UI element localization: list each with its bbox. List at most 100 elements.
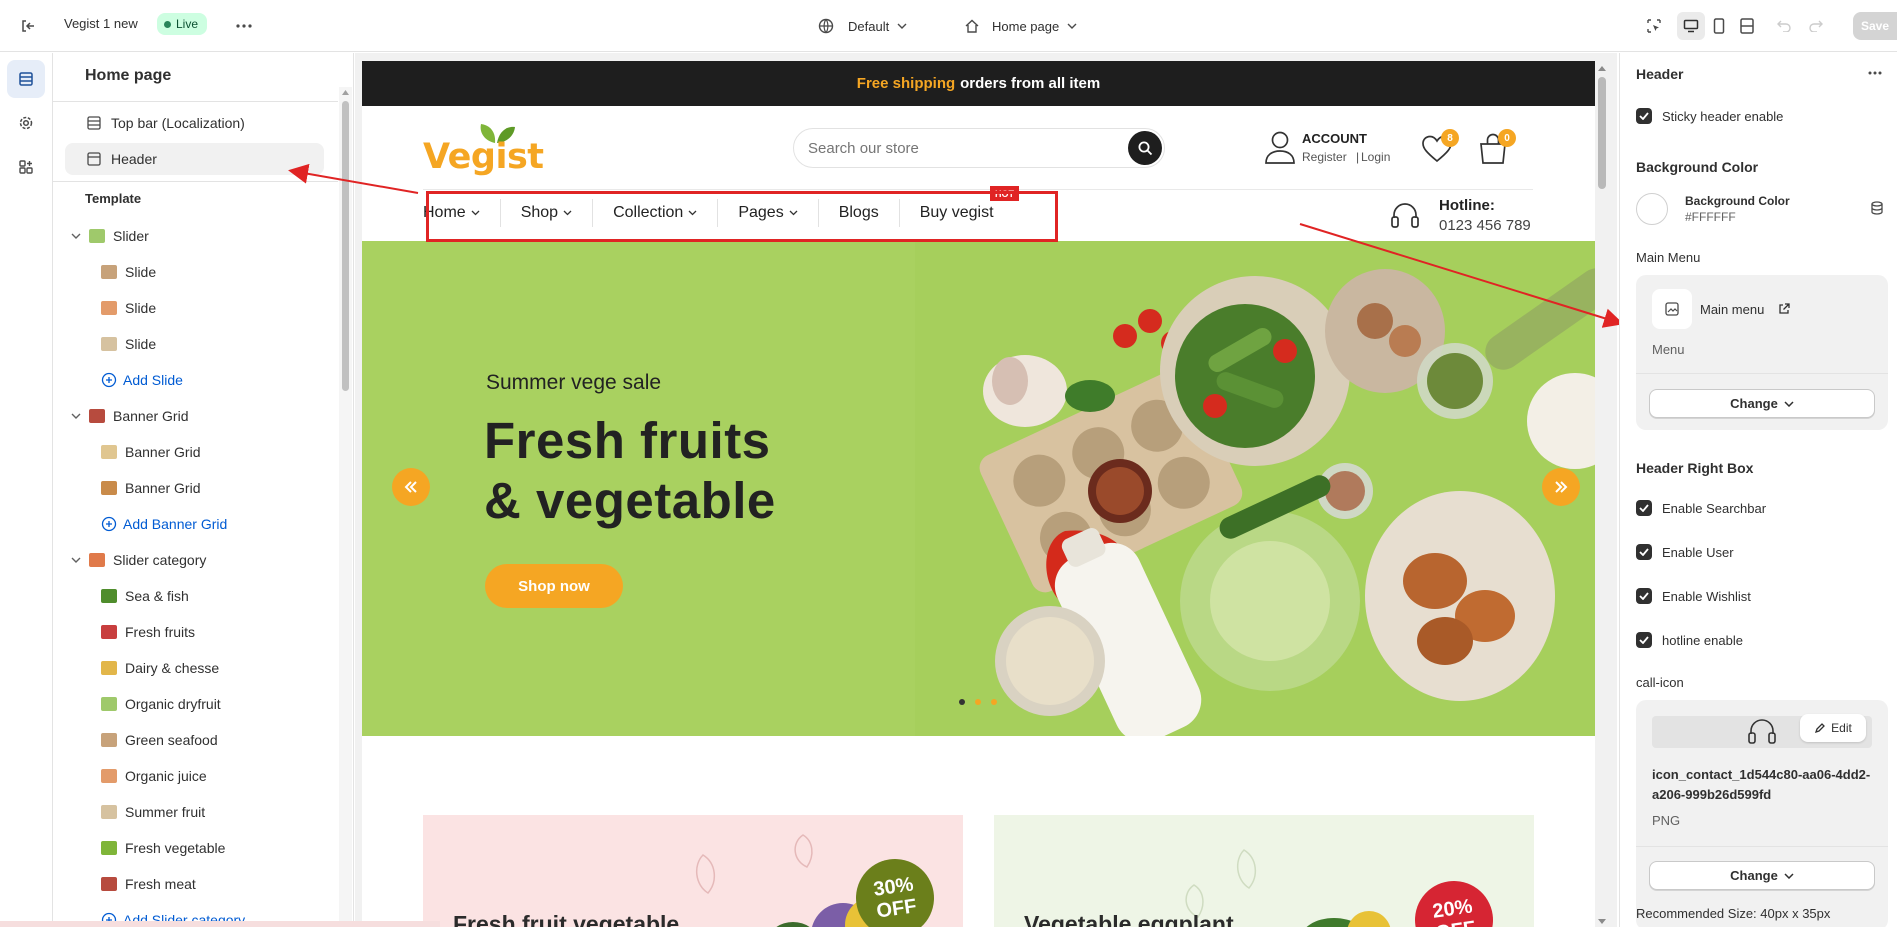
block-thumbnail bbox=[101, 805, 117, 819]
store-search-input[interactable] bbox=[808, 138, 1108, 158]
section-item[interactable]: Slider bbox=[53, 220, 329, 252]
block-item[interactable]: Fresh vegetable bbox=[53, 832, 329, 864]
hero-next-arrow[interactable] bbox=[1542, 468, 1580, 506]
sections-nav-button[interactable] bbox=[7, 60, 45, 98]
block-item[interactable]: Organic juice bbox=[53, 760, 329, 792]
checkbox-checked-icon[interactable] bbox=[1636, 632, 1652, 648]
block-item[interactable]: Banner Grid bbox=[53, 472, 329, 504]
pencil-icon bbox=[1815, 723, 1826, 734]
block-item[interactable]: Slide bbox=[53, 292, 329, 324]
call-icon-card: Edit icon_contact_1d544c80-aa06-4dd2-a20… bbox=[1636, 700, 1888, 927]
block-item[interactable]: Fresh fruits bbox=[53, 616, 329, 648]
block-item[interactable]: Banner Grid bbox=[53, 436, 329, 468]
chevron-down-icon bbox=[1784, 400, 1794, 407]
hero-dot[interactable] bbox=[991, 699, 997, 705]
chevron-down-icon bbox=[71, 233, 81, 239]
sections-icon bbox=[19, 72, 33, 86]
preview-scrollbar[interactable] bbox=[1595, 61, 1609, 927]
change-image-button[interactable]: Change bbox=[1649, 861, 1875, 890]
hotline-title: Hotline: bbox=[1439, 197, 1495, 214]
save-button[interactable]: Save bbox=[1853, 12, 1897, 40]
store-search-button[interactable] bbox=[1128, 131, 1162, 165]
apps-button[interactable] bbox=[7, 148, 45, 186]
sticky-header-checkbox[interactable]: Sticky header enable bbox=[1636, 108, 1783, 124]
block-item[interactable]: Summer fruit bbox=[53, 796, 329, 828]
block-thumbnail bbox=[101, 265, 117, 279]
register-link[interactable]: Register bbox=[1302, 150, 1347, 164]
hero-pagination[interactable] bbox=[959, 699, 997, 705]
exit-icon[interactable] bbox=[16, 14, 40, 38]
fullwidth-view-icon[interactable] bbox=[1733, 12, 1761, 40]
block-item[interactable]: Slide bbox=[53, 328, 329, 360]
theme-default-select[interactable]: Default bbox=[818, 14, 907, 38]
block-item[interactable]: Sea & fish bbox=[53, 580, 329, 612]
headset-icon bbox=[1391, 203, 1419, 228]
hero-dot[interactable] bbox=[975, 699, 981, 705]
add-block-button[interactable]: Add Slide bbox=[53, 364, 329, 396]
panel-title: Header bbox=[1636, 66, 1684, 82]
annotation-highlight-box bbox=[426, 191, 1058, 242]
main-menu-heading: Main Menu bbox=[1636, 250, 1701, 265]
toggle-checkbox[interactable]: Enable Wishlist bbox=[1636, 588, 1751, 604]
hotline-block[interactable]: Hotline: 0123 456 789 bbox=[1389, 196, 1539, 236]
database-icon[interactable] bbox=[1867, 198, 1887, 218]
checkbox-checked-icon[interactable] bbox=[1636, 108, 1652, 124]
more-options-icon[interactable] bbox=[232, 14, 256, 38]
block-item[interactable]: Organic dryfruit bbox=[53, 688, 329, 720]
chevron-down-icon bbox=[1067, 23, 1077, 29]
section-item[interactable]: Banner Grid bbox=[53, 400, 329, 432]
redo-icon[interactable] bbox=[1804, 14, 1828, 38]
store-search[interactable] bbox=[793, 128, 1165, 168]
recommended-size-text: Recommended Size: 40px x 35px bbox=[1636, 906, 1831, 921]
cart-button[interactable]: 0 bbox=[1478, 127, 1522, 167]
hero-produce-image bbox=[915, 241, 1595, 736]
section-thumbnail bbox=[89, 553, 105, 567]
wishlist-button[interactable]: 8 bbox=[1422, 127, 1462, 167]
change-menu-button[interactable]: Change bbox=[1649, 389, 1875, 418]
block-thumbnail bbox=[101, 625, 117, 639]
banner-card-2[interactable]: Vegetable eggplant 20%OFF bbox=[994, 815, 1534, 927]
section-item[interactable]: Slider category bbox=[53, 544, 329, 576]
hero-dot[interactable] bbox=[959, 699, 965, 705]
banner2-title: Vegetable eggplant bbox=[1024, 911, 1234, 927]
sidebar-item-header[interactable]: Header bbox=[65, 143, 324, 175]
desktop-view-icon[interactable] bbox=[1677, 12, 1705, 40]
inspector-icon[interactable] bbox=[1642, 14, 1666, 38]
chevron-down-icon bbox=[897, 23, 907, 29]
theme-settings-button[interactable] bbox=[7, 104, 45, 142]
banner-card-1[interactable]: Fresh fruit vegetable 30% OFF bbox=[423, 815, 963, 927]
toggle-checkbox[interactable]: hotline enable bbox=[1636, 632, 1743, 648]
block-item[interactable]: Fresh meat bbox=[53, 868, 329, 900]
login-link[interactable]: Login bbox=[1361, 150, 1390, 164]
page-select[interactable]: Home page bbox=[964, 14, 1077, 38]
bg-color-swatch[interactable] bbox=[1636, 193, 1668, 225]
banner1-title: Fresh fruit vegetable bbox=[453, 911, 680, 927]
block-thumbnail bbox=[101, 481, 117, 495]
checkbox-checked-icon[interactable] bbox=[1636, 500, 1652, 516]
section-thumbnail bbox=[89, 229, 105, 243]
block-thumbnail bbox=[101, 445, 117, 459]
toggle-checkbox[interactable]: Enable User bbox=[1636, 544, 1734, 560]
add-block-button[interactable]: Add Banner Grid bbox=[53, 508, 329, 540]
hero-shop-button[interactable]: Shop now bbox=[485, 564, 623, 608]
double-chevron-left-icon bbox=[404, 481, 417, 493]
live-badge: Live bbox=[157, 13, 208, 35]
store-logo[interactable]: Vegist bbox=[423, 121, 544, 179]
undo-icon[interactable] bbox=[1772, 14, 1796, 38]
sidebar-scrollbar[interactable] bbox=[339, 87, 352, 927]
panel-more-icon[interactable] bbox=[1863, 61, 1887, 85]
mobile-view-icon[interactable] bbox=[1705, 12, 1733, 40]
block-item[interactable]: Green seafood bbox=[53, 724, 329, 756]
block-item[interactable]: Slide bbox=[53, 256, 329, 288]
image-preview: Edit bbox=[1652, 714, 1872, 748]
checkbox-checked-icon[interactable] bbox=[1636, 544, 1652, 560]
menu-name-link[interactable]: Main menu bbox=[1700, 302, 1764, 317]
hero-prev-arrow[interactable] bbox=[392, 468, 430, 506]
home-icon bbox=[965, 19, 979, 33]
account-block[interactable]: ACCOUNT Register | Login bbox=[1264, 128, 1414, 168]
edit-image-button[interactable]: Edit bbox=[1800, 714, 1866, 742]
sidebar-item-topbar[interactable]: Top bar (Localization) bbox=[65, 107, 329, 139]
toggle-checkbox[interactable]: Enable Searchbar bbox=[1636, 500, 1766, 516]
checkbox-checked-icon[interactable] bbox=[1636, 588, 1652, 604]
block-item[interactable]: Dairy & chesse bbox=[53, 652, 329, 684]
